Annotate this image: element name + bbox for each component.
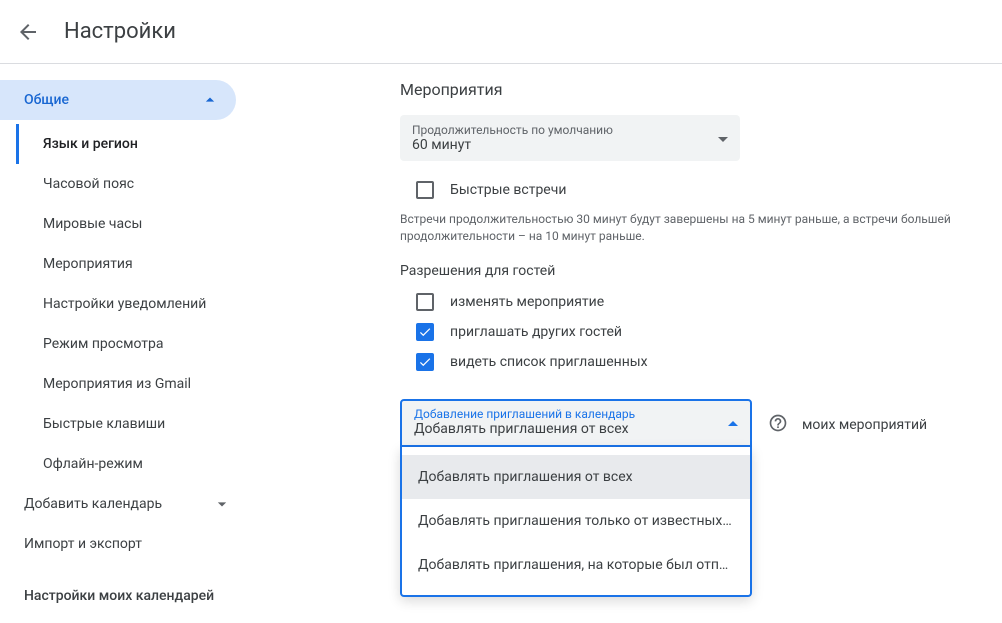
speedy-meetings-label: Быстрые встречи bbox=[450, 182, 566, 198]
sidebar-item-events[interactable]: Мероприятия bbox=[16, 244, 260, 284]
page-title: Настройки bbox=[64, 19, 176, 44]
sidebar-item-worldclock[interactable]: Мировые часы bbox=[16, 204, 260, 244]
sidebar-item-import-export[interactable]: Импорт и экспорт bbox=[0, 524, 260, 564]
sidebar-section-my-calendars: Настройки моих календарей bbox=[0, 564, 260, 612]
sidebar-item-shortcuts[interactable]: Быстрые клавиши bbox=[16, 404, 260, 444]
section-title-events: Мероприятия bbox=[400, 80, 1002, 99]
content: Мероприятия Продолжительность по умолчан… bbox=[260, 64, 1002, 623]
dropdown-value: Добавлять приглашения от всех bbox=[414, 421, 635, 437]
chevron-up-icon bbox=[200, 90, 220, 110]
help-icon[interactable] bbox=[768, 413, 788, 433]
guest-permissions-heading: Разрешения для гостей bbox=[400, 263, 1002, 279]
dropdown-option[interactable]: Добавлять приглашения, на которые был от… bbox=[402, 543, 750, 587]
select-label: Продолжительность по умолчанию bbox=[412, 123, 613, 137]
dropdown-arrow-up-icon bbox=[728, 414, 738, 430]
speedy-meetings-help: Встречи продолжительностью 30 минут буду… bbox=[400, 211, 960, 245]
sidebar-item-notifications[interactable]: Настройки уведомлений bbox=[16, 284, 260, 324]
perm-modify-checkbox[interactable] bbox=[416, 293, 434, 311]
sidebar: Общие Язык и регион Часовой пояс Мировые… bbox=[0, 64, 260, 623]
perm-see-label: видеть список приглашенных bbox=[450, 354, 648, 370]
perm-modify-label: изменять мероприятие bbox=[450, 294, 604, 310]
sidebar-item-offline[interactable]: Офлайн-режим bbox=[16, 444, 260, 484]
add-invitations-dropdown[interactable]: Добавление приглашений в календарь Добав… bbox=[400, 399, 752, 447]
trailing-text: моих мероприятий bbox=[802, 417, 927, 433]
chevron-down-icon bbox=[212, 494, 232, 514]
speedy-meetings-checkbox[interactable] bbox=[416, 181, 434, 199]
dropdown-trigger[interactable]: Добавление приглашений в календарь Добав… bbox=[400, 399, 752, 447]
dropdown-arrow-icon bbox=[718, 130, 728, 146]
sidebar-item-viewmode[interactable]: Режим просмотра bbox=[16, 324, 260, 364]
sidebar-item-language[interactable]: Язык и регион bbox=[16, 124, 260, 164]
sidebar-group-general[interactable]: Общие bbox=[0, 80, 236, 120]
dropdown-label: Добавление приглашений в календарь bbox=[414, 407, 635, 421]
sidebar-group-label: Общие bbox=[24, 92, 69, 108]
perm-invite-checkbox[interactable] bbox=[416, 323, 434, 341]
dropdown-option[interactable]: Добавлять приглашения от всех bbox=[402, 455, 750, 499]
back-arrow-icon[interactable] bbox=[16, 20, 40, 44]
perm-see-checkbox[interactable] bbox=[416, 353, 434, 371]
sidebar-item-add-calendar[interactable]: Добавить календарь bbox=[0, 484, 260, 524]
sidebar-item-timezone[interactable]: Часовой пояс bbox=[16, 164, 260, 204]
perm-invite-label: приглашать других гостей bbox=[450, 324, 622, 340]
sidebar-item-gmailevents[interactable]: Мероприятия из Gmail bbox=[16, 364, 260, 404]
header: Настройки bbox=[0, 0, 1002, 64]
dropdown-option[interactable]: Добавлять приглашения только от известны… bbox=[402, 499, 750, 543]
default-duration-select[interactable]: Продолжительность по умолчанию 60 минут bbox=[400, 115, 740, 161]
select-value: 60 минут bbox=[412, 137, 613, 153]
dropdown-menu: Добавлять приглашения от всех Добавлять … bbox=[400, 447, 752, 597]
